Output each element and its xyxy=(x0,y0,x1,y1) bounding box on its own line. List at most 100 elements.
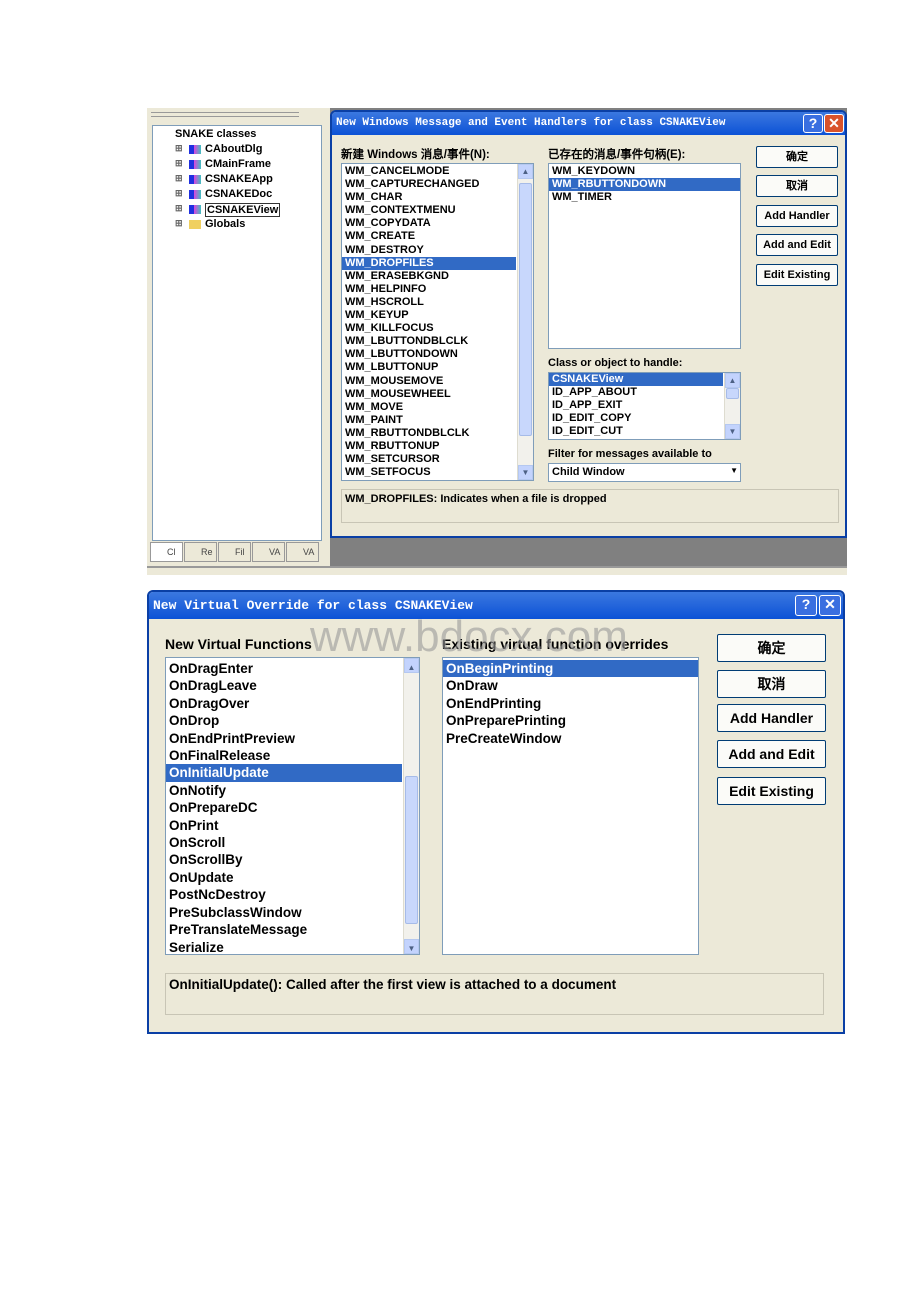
list-item[interactable]: OnDragLeave xyxy=(166,677,402,694)
pane-grip[interactable] xyxy=(151,112,299,117)
expand-icon[interactable]: ⊞ xyxy=(175,173,183,184)
list-item[interactable]: PreTranslateMessage xyxy=(166,921,402,938)
pane-tab[interactable]: VA xyxy=(252,542,285,562)
scroll-thumb[interactable] xyxy=(519,182,532,436)
tree-item[interactable]: CMainFrame xyxy=(205,158,271,170)
list-item[interactable]: WM_PAINT xyxy=(342,414,516,427)
ok-button[interactable]: 确定 xyxy=(756,146,838,168)
add-handler-button[interactable]: Add Handler xyxy=(756,205,838,227)
class-list[interactable]: CSNAKEView ID_APP_ABOUT ID_APP_EXIT ID_EDIT… xyxy=(548,372,741,440)
scroll-down-icon[interactable]: ▼ xyxy=(725,424,740,439)
list-item[interactable]: WM_RBUTTONDOWN xyxy=(549,178,740,192)
list-item[interactable]: OnBeginPrinting xyxy=(443,660,698,678)
list-item[interactable]: WM_MOUSEWHEEL xyxy=(342,388,516,401)
scroll-up-icon[interactable]: ▲ xyxy=(518,164,533,179)
list-item[interactable]: ID_APP_EXIT xyxy=(549,399,723,412)
filter-combo[interactable]: Child Window ▼ xyxy=(548,463,741,482)
list-item[interactable]: OnPreparePrinting xyxy=(443,712,698,729)
list-item[interactable]: WM_DROPFILES xyxy=(342,256,516,270)
add-and-edit-button[interactable]: Add and Edit xyxy=(717,740,826,768)
list-item[interactable]: WM_DESTROY xyxy=(342,244,516,257)
edit-existing-button[interactable]: Edit Existing xyxy=(717,777,826,805)
tree-item[interactable]: CSNAKEApp xyxy=(205,173,273,185)
scroll-thumb[interactable] xyxy=(405,776,418,925)
list-item[interactable]: WM_CAPTURECHANGED xyxy=(342,178,516,191)
list-item[interactable]: WM_MOUSEMOVE xyxy=(342,375,516,388)
list-item[interactable]: WM_SETCURSOR xyxy=(342,453,516,466)
existing-overrides-list[interactable]: OnBeginPrinting OnDraw OnEndPrinting OnPrep… xyxy=(442,657,699,955)
scrollbar[interactable]: ▲ ▼ xyxy=(517,164,533,480)
expand-icon[interactable]: ⊞ xyxy=(175,188,183,199)
list-item[interactable]: WM_TIMER xyxy=(549,191,740,204)
edit-existing-button[interactable]: Edit Existing xyxy=(756,264,838,286)
add-handler-button[interactable]: Add Handler xyxy=(717,704,826,732)
list-item[interactable]: OnDraw xyxy=(443,677,698,694)
list-item[interactable]: WM_KEYDOWN xyxy=(549,165,740,178)
list-item[interactable]: WM_CREATE xyxy=(342,230,516,243)
list-item[interactable]: OnNotify xyxy=(166,782,402,799)
scroll-down-icon[interactable]: ▼ xyxy=(404,939,419,954)
list-item[interactable]: WM_LBUTTONUP xyxy=(342,361,516,374)
list-item[interactable]: WM_MOVE xyxy=(342,401,516,414)
scrollbar[interactable]: ▲ ▼ xyxy=(724,373,740,439)
list-item[interactable]: WM_RBUTTONDBLCLK xyxy=(342,427,516,440)
list-item[interactable]: PostNcDestroy xyxy=(166,886,402,903)
tree-item[interactable]: CSNAKEView xyxy=(205,203,281,217)
list-item[interactable]: WM_ERASEBKGND xyxy=(342,270,516,283)
help-button[interactable]: ? xyxy=(803,114,823,133)
scroll-thumb[interactable] xyxy=(726,387,739,400)
pane-tab[interactable]: Cl xyxy=(150,542,183,562)
list-item[interactable]: OnPrepareDC xyxy=(166,799,402,816)
list-item[interactable]: CSNAKEView xyxy=(549,373,723,386)
dropdown-arrow-icon[interactable]: ▼ xyxy=(730,466,738,475)
list-item[interactable]: WM_KILLFOCUS xyxy=(342,322,516,335)
expand-icon[interactable]: ⊞ xyxy=(175,143,183,154)
list-item[interactable]: OnInitialUpdate xyxy=(166,764,402,782)
list-item[interactable]: WM_KEYUP xyxy=(342,309,516,322)
list-item[interactable]: WM_LBUTTONDBLCLK xyxy=(342,335,516,348)
list-item[interactable]: WM_COPYDATA xyxy=(342,217,516,230)
new-messages-list[interactable]: WM_CANCELMODE WM_CAPTURECHANGED WM_CHAR WM_… xyxy=(341,163,534,481)
list-item[interactable]: ID_APP_ABOUT xyxy=(549,386,723,399)
list-item[interactable]: Serialize xyxy=(166,939,402,955)
list-item[interactable]: WM_LBUTTONDOWN xyxy=(342,348,516,361)
tree-root[interactable]: SNAKE classes xyxy=(175,128,256,140)
list-item[interactable]: ID_EDIT_COPY xyxy=(549,412,723,425)
list-item[interactable]: PreSubclassWindow xyxy=(166,904,402,921)
list-item[interactable]: ID_EDIT_CUT xyxy=(549,425,723,438)
list-item[interactable]: WM_HSCROLL xyxy=(342,296,516,309)
list-item[interactable]: OnEndPrintPreview xyxy=(166,730,402,747)
expand-icon[interactable]: ⊞ xyxy=(175,203,183,214)
expand-icon[interactable]: ⊞ xyxy=(175,158,183,169)
list-item[interactable]: OnDragEnter xyxy=(166,660,402,677)
list-item[interactable]: OnDragOver xyxy=(166,695,402,712)
list-item[interactable]: WM_CHAR xyxy=(342,191,516,204)
scroll-up-icon[interactable]: ▲ xyxy=(725,373,740,388)
pane-tab[interactable]: Re xyxy=(184,542,217,562)
list-item[interactable]: WM_RBUTTONUP xyxy=(342,440,516,453)
scroll-up-icon[interactable]: ▲ xyxy=(404,658,419,673)
expand-icon[interactable]: ⊞ xyxy=(175,218,183,229)
help-button[interactable]: ? xyxy=(795,595,817,616)
existing-handlers-list[interactable]: WM_KEYDOWN WM_RBUTTONDOWN WM_TIMER xyxy=(548,163,741,349)
list-item[interactable]: OnUpdate xyxy=(166,869,402,886)
list-item[interactable]: OnScroll xyxy=(166,834,402,851)
scroll-down-icon[interactable]: ▼ xyxy=(518,465,533,480)
tree-item[interactable]: CAboutDlg xyxy=(205,143,262,155)
ok-button[interactable]: 确定 xyxy=(717,634,826,662)
pane-tab[interactable]: VA xyxy=(286,542,319,562)
list-item[interactable]: OnScrollBy xyxy=(166,851,402,868)
cancel-button[interactable]: 取消 xyxy=(717,670,826,698)
list-item[interactable]: PreCreateWindow xyxy=(443,730,698,747)
class-tree[interactable]: SNAKE classes ⊞ CAboutDlg ⊞ CMainFrame ⊞ CSNAK… xyxy=(152,125,322,541)
list-item[interactable]: WM_CANCELMODE xyxy=(342,165,516,178)
new-functions-list[interactable]: OnDragEnter OnDragLeave OnDragOver OnDrop On… xyxy=(165,657,420,955)
tree-item[interactable]: Globals xyxy=(205,218,245,230)
list-item[interactable]: OnDrop xyxy=(166,712,402,729)
list-item[interactable]: OnEndPrinting xyxy=(443,695,698,712)
close-button[interactable]: ✕ xyxy=(824,114,844,133)
list-item[interactable]: WM_HELPINFO xyxy=(342,283,516,296)
close-button[interactable]: ✕ xyxy=(819,595,841,616)
list-item[interactable]: OnPrint xyxy=(166,817,402,834)
add-and-edit-button[interactable]: Add and Edit xyxy=(756,234,838,256)
